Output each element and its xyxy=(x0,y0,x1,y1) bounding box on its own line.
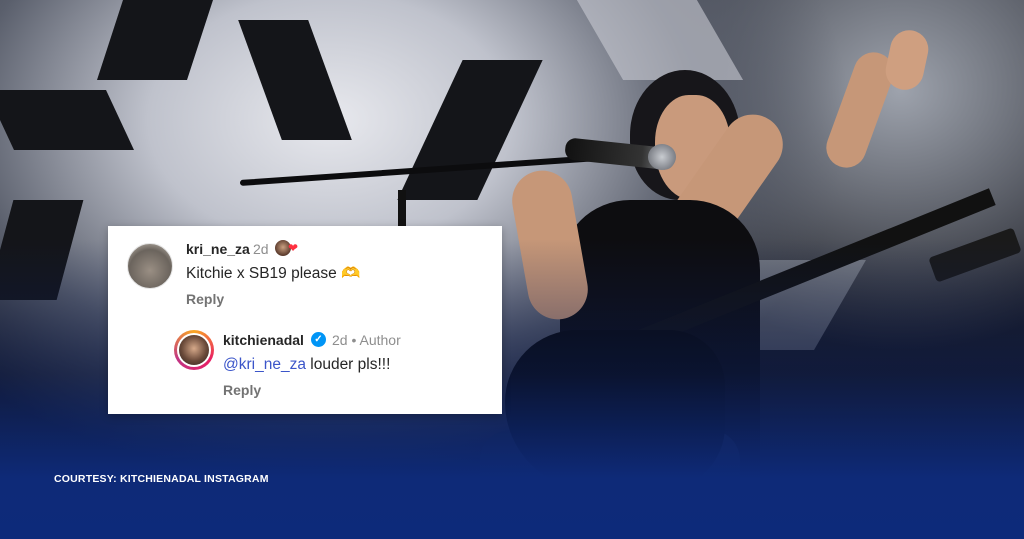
verified-badge-icon: ✓ xyxy=(311,332,326,347)
mention-link[interactable]: @kri_ne_za xyxy=(223,356,306,373)
photo-credit: COURTESY: KITCHIENADAL INSTAGRAM xyxy=(54,473,269,485)
comment-text: Kitchie x SB19 please 🫶 xyxy=(186,265,361,282)
performer-hand xyxy=(882,26,932,94)
reply-text: @kri_ne_za louder pls!!! xyxy=(223,356,390,374)
stage-backdrop-shape xyxy=(238,20,352,140)
reply-timestamp-author: 2d • Author xyxy=(332,332,401,348)
heart-icon: ❤ xyxy=(288,241,299,255)
reply-button[interactable]: Reply xyxy=(186,291,224,307)
stage-light-shape xyxy=(576,0,744,80)
instagram-comment-card: kri_ne_za 2d ❤ Kitchie x SB19 please 🫶 R… xyxy=(108,226,502,414)
commenter-username[interactable]: kri_ne_za xyxy=(186,241,250,257)
stage-backdrop-shape xyxy=(97,0,213,80)
comment-timestamp: 2d xyxy=(253,241,269,257)
commenter-avatar[interactable] xyxy=(127,243,173,289)
author-username[interactable]: kitchienadal xyxy=(223,332,304,348)
reply-message: louder pls!!! xyxy=(305,356,391,373)
author-avatar[interactable] xyxy=(174,330,214,370)
stage-backdrop-shape xyxy=(0,90,134,150)
reply-button[interactable]: Reply xyxy=(223,382,261,398)
microphone-head xyxy=(648,144,676,170)
